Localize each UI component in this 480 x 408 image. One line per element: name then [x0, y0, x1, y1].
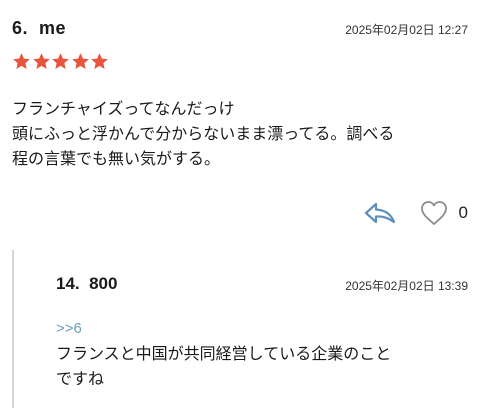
reply-thread: 14. 800 2025年02月02日 13:39 >>6 フランスと中国が共同… [0, 240, 480, 408]
comment-header: 6. me 2025年02月02日 12:27 [12, 18, 468, 42]
reply-body-line: フランスと中国が共同経営している企業のこと [56, 344, 392, 363]
heart-outline-icon [420, 201, 447, 225]
reply-button[interactable] [363, 201, 397, 225]
reply-author: 800 [89, 274, 118, 293]
star-icon [32, 53, 50, 69]
comment-number: 6. [12, 18, 29, 38]
reply-number: 14. [56, 274, 80, 293]
comment-date: 2025年02月02日 12:27 [345, 23, 468, 37]
comment-body-line: フランチャイズってなんだっけ [12, 99, 235, 118]
star-icon [13, 53, 30, 69]
star-icon [91, 53, 108, 69]
reply-anchor-link[interactable]: >>6 [56, 320, 82, 337]
reply-body: フランスと中国が共同経営している企業のこと ですね [56, 341, 466, 391]
rating-stars [12, 52, 110, 71]
reply-number-author: 14. 800 [56, 274, 117, 294]
reply-header: 14. 800 2025年02月02日 13:39 [56, 274, 468, 298]
reply-date: 2025年02月02日 13:39 [345, 279, 468, 293]
star-icon [52, 53, 69, 69]
star-icon [71, 53, 89, 69]
comment-body-line: 頭にふっと浮かんで分からないまま漂ってる。調べる [12, 124, 395, 143]
comment-card: 6. me 2025年02月02日 12:27 フランチャイズってなんだっけ 頭… [0, 0, 480, 240]
comment-actions: 0 [363, 197, 468, 229]
comment-body-line: 程の言葉でも無い気がする。 [12, 149, 221, 168]
thread-divider [12, 250, 14, 408]
comment-author: me [39, 18, 67, 38]
reply-body-line: ですね [56, 369, 105, 388]
reply-arrow-icon [364, 202, 395, 224]
comment-number-author: 6. me [12, 18, 66, 39]
like-count: 0 [458, 203, 468, 222]
like-button[interactable] [419, 199, 449, 227]
comment-body: フランチャイズってなんだっけ 頭にふっと浮かんで分からないまま漂ってる。調べる … [12, 96, 472, 171]
